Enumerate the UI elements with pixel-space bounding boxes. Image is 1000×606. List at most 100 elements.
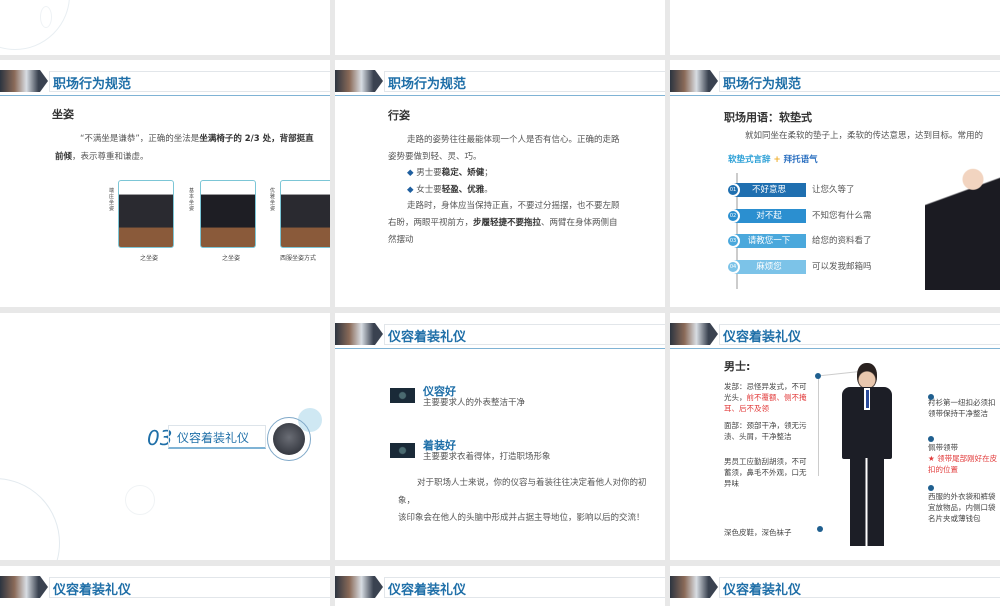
slide-thumbnail-3[interactable]	[670, 0, 1000, 55]
phrase-example: 不知您有什么需	[812, 210, 872, 221]
body-line: 该印象会在他人的头脑中形成并占据主导地位，影响以后的交流！	[398, 513, 645, 523]
header-banner-image	[670, 323, 718, 345]
body-line: “不满坐是谦恭”，正确的坐法是坐满椅子的 2/3 处，背部挺直	[80, 134, 314, 144]
slide-thumbnail-soft-speech[interactable]: 职场行为规范 职场用语：软垫式 就如同坐在柔软的垫子上，柔软的传达意思，达到目标…	[670, 60, 1000, 307]
slide-title: 职场行为规范	[53, 77, 132, 92]
header-banner-image	[0, 576, 48, 598]
callout-hair: 发部：忌怪异发式，不可 光头，前不覆额、侧不掩 耳、后不及领	[724, 382, 807, 413]
slide-title: 仪容着装礼仪	[53, 583, 132, 598]
woman-pointing-image	[925, 155, 1000, 290]
header-banner-image	[670, 576, 718, 598]
callout-pocket: 西服的外衣袋和裤袋 宜放物品，内侧口袋 名片夹或薄钱包	[928, 492, 996, 523]
speech-phrase-pill: 04 麻烦您	[726, 259, 806, 274]
step-number: 02	[726, 208, 740, 223]
callout-beard: 男员工应勤刮胡须，不可 蓄须，鼻毛不外观，口无 异味	[724, 457, 807, 488]
body-line: 姿势要做到轻、灵、巧。	[388, 152, 482, 162]
body-line: 走路的姿势往往最能体现一个人是否有信心。正确的走路	[407, 135, 620, 145]
photo-caption: 之坐姿	[140, 255, 159, 262]
diamond-bullet-icon: ◆	[407, 168, 417, 178]
formula: 软垫式言辞 + 拜托语气	[728, 155, 818, 165]
item-thumbnail-icon	[390, 443, 415, 458]
callout-shoes: 深色皮鞋，深色袜子	[724, 528, 792, 537]
phrase-label: 不好意思	[751, 185, 786, 195]
speech-phrase-pill: 02 对不起	[726, 208, 806, 223]
divider	[0, 95, 330, 96]
photo-label: 端庄坐姿	[109, 188, 115, 212]
decorative-circle	[0, 478, 60, 560]
phrase-label: 麻烦您	[756, 261, 782, 272]
photo-label: 基本坐姿	[189, 188, 195, 212]
body-line: 走路时，身体应当保持正直，不要过分摇摆，也不要左顾	[407, 201, 620, 211]
callout-face: 面部：颈部干净，领无污 渍、头屑，干净整洁	[724, 421, 807, 441]
divider	[670, 348, 1000, 349]
slide-thumbnail-appearance[interactable]: 仪容着装礼仪 仪容好 主要要求人的外表整洁干净 着装好 主要要求衣着得体，打造职…	[335, 313, 665, 560]
slide-thumbnail-2[interactable]	[335, 0, 665, 55]
body-line: 对于职场人士来说，你的仪容与着装往往决定着他人对你的初	[417, 478, 647, 488]
divider	[335, 348, 665, 349]
slide-thumbnail-1[interactable]	[0, 0, 330, 55]
section-photo-circle	[267, 417, 311, 461]
body-line: 然摆动	[388, 235, 414, 245]
section-heading: 行姿	[388, 109, 410, 122]
decorative-circle	[0, 0, 70, 50]
callout-shirt: 衬衫第一纽扣必须扣 领带保持干净整洁	[928, 398, 996, 418]
header-banner-image	[335, 70, 383, 92]
slide-thumbnail-appearance-next[interactable]: 仪容着装礼仪	[670, 566, 1000, 606]
callout-dot	[817, 526, 823, 532]
section-heading: 职场用语：软垫式	[724, 111, 812, 124]
slide-thumbnail-appearance-next[interactable]: 仪容着装礼仪	[0, 566, 330, 606]
speech-phrase-pill: 01 不好意思	[726, 183, 806, 197]
body-line: 右盼，两眼平视前方，步履轻捷不要拖拉、两臂在身体两侧自	[388, 218, 618, 228]
slide-thumbnail-men-dress[interactable]: 仪容着装礼仪 男士: 发部：忌怪异发式，不可 光头，前不覆额、侧不掩 耳、后不及…	[670, 313, 1000, 560]
body-line: 象，	[398, 496, 416, 506]
phrase-example: 给您的资料看了	[812, 236, 872, 246]
bullet-item: ◆ 男士要稳定、矫健；	[407, 168, 493, 178]
slide-title: 仪容着装礼仪	[388, 330, 467, 345]
body-line: 就如同坐在柔软的垫子上，柔软的传达意思，达到目标。常用的	[745, 131, 984, 141]
photo-label: 优雅坐姿	[270, 188, 276, 212]
phrase-label: 请教您一下	[747, 236, 791, 246]
phrase-example: 让您久等了	[812, 185, 855, 195]
slide-title: 仪容着装礼仪	[723, 330, 802, 345]
speech-phrase-pill: 03 请教您一下	[726, 234, 806, 248]
header-banner-image	[0, 70, 48, 92]
section-heading: 坐姿	[52, 108, 74, 121]
callout-tie: 佩带领带 ★ 领带尾部刚好在皮 扣的位置	[928, 443, 998, 474]
divider	[670, 95, 1000, 96]
header-banner-image	[335, 576, 383, 598]
phrase-label: 对不起	[756, 210, 782, 221]
section-title: 仪容着装礼仪	[168, 425, 266, 449]
step-number: 04	[726, 259, 740, 274]
step-number: 01	[726, 183, 740, 197]
slide-thumbnail-walking[interactable]: 职场行为规范 行姿 走路的姿势往往最能体现一个人是否有信心。正确的走路 姿势要做…	[335, 60, 665, 307]
sitting-photo	[118, 180, 174, 248]
item-thumbnail-icon	[390, 388, 415, 403]
photo-caption: 西服坐姿方式	[280, 255, 317, 262]
section-heading: 男士:	[724, 360, 751, 373]
slide-title: 仪容着装礼仪	[388, 583, 467, 598]
sitting-photo	[200, 180, 256, 248]
slide-thumbnail-section-03[interactable]: 03 仪容着装礼仪	[0, 313, 330, 560]
decorative-circle	[40, 6, 52, 28]
phrase-example: 可以发我邮箱吗	[812, 261, 872, 272]
slide-title: 职场行为规范	[388, 77, 467, 92]
item-desc: 主要要求衣着得体，打造职场形象	[423, 452, 551, 462]
connector-line	[818, 376, 819, 476]
decorative-circle	[125, 485, 155, 515]
header-banner-image	[335, 323, 383, 345]
callout-dot	[815, 373, 821, 379]
slide-thumbnail-sitting[interactable]: 职场行为规范 坐姿 “不满坐是谦恭”，正确的坐法是坐满椅子的 2/3 处，背部挺…	[0, 60, 330, 307]
slide-title: 职场行为规范	[723, 77, 802, 92]
slide-thumbnail-appearance-next[interactable]: 仪容着装礼仪	[335, 566, 665, 606]
divider	[335, 95, 665, 96]
bullet-item: ◆ 女士要轻盈、优雅。	[407, 185, 493, 195]
item-desc: 主要要求人的外表整洁干净	[423, 398, 526, 408]
step-number: 03	[726, 234, 740, 248]
photo-caption: 之坐姿	[222, 255, 241, 262]
sitting-photo	[280, 180, 330, 248]
header-banner-image	[670, 70, 718, 92]
body-line: 前倾，表示尊重和谦虚。	[55, 152, 149, 162]
slide-title: 仪容着装礼仪	[723, 583, 802, 598]
man-in-suit-image	[838, 363, 896, 549]
diamond-bullet-icon: ◆	[407, 185, 417, 195]
